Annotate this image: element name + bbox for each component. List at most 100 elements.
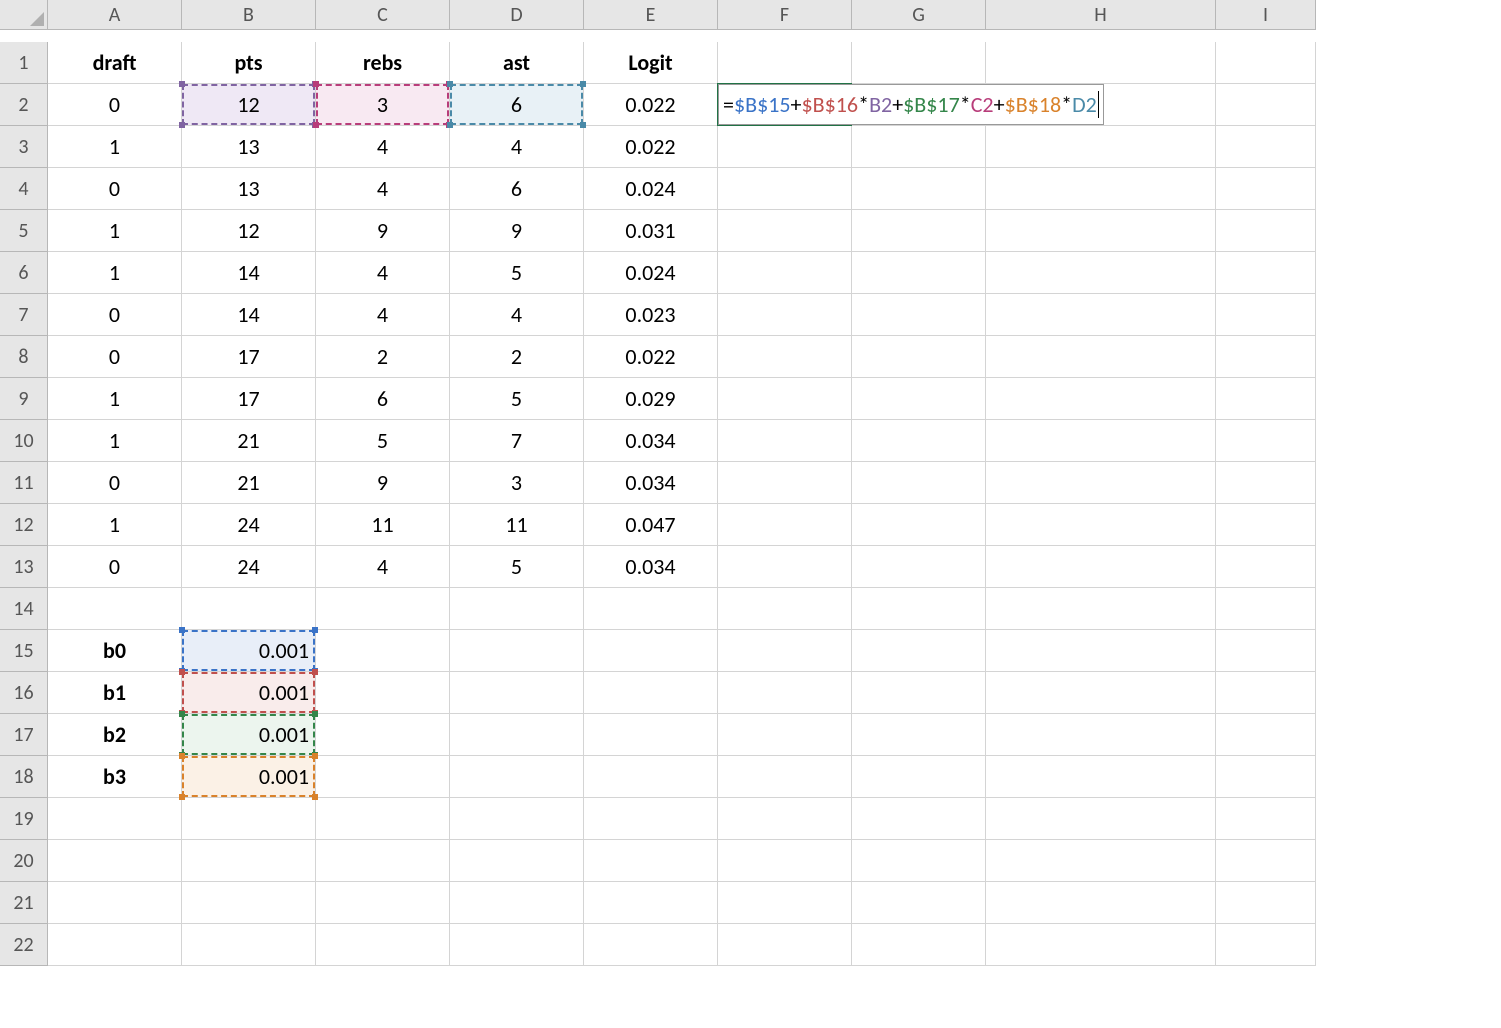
cell-I16[interactable] <box>1216 672 1316 714</box>
cell-B6[interactable]: 14 <box>182 252 316 294</box>
cell-E10[interactable]: 0.034 <box>584 420 718 462</box>
cell-A17[interactable]: b2 <box>48 714 182 756</box>
cell-C3[interactable]: 4 <box>316 126 450 168</box>
cell-I11[interactable] <box>1216 462 1316 504</box>
cell-C14[interactable] <box>316 588 450 630</box>
cell-B12[interactable]: 24 <box>182 504 316 546</box>
cell-F22[interactable] <box>718 924 852 966</box>
cell-H14[interactable] <box>986 588 1216 630</box>
cell-B5[interactable]: 12 <box>182 210 316 252</box>
cell-D19[interactable] <box>450 798 584 840</box>
cell-G17[interactable] <box>852 714 986 756</box>
row-header-19[interactable]: 19 <box>0 798 48 840</box>
cell-G8[interactable] <box>852 336 986 378</box>
cell-I1[interactable] <box>1216 42 1316 84</box>
cell-G5[interactable] <box>852 210 986 252</box>
cell-E15[interactable] <box>584 630 718 672</box>
row-header-14[interactable]: 14 <box>0 588 48 630</box>
cell-G7[interactable] <box>852 294 986 336</box>
cell-C1[interactable]: rebs <box>316 42 450 84</box>
cell-G11[interactable] <box>852 462 986 504</box>
cell-I17[interactable] <box>1216 714 1316 756</box>
cell-G16[interactable] <box>852 672 986 714</box>
cell-D9[interactable]: 5 <box>450 378 584 420</box>
row-header-21[interactable]: 21 <box>0 882 48 924</box>
cell-F3[interactable] <box>718 126 852 168</box>
cell-H13[interactable] <box>986 546 1216 588</box>
cell-D8[interactable]: 2 <box>450 336 584 378</box>
cell-B1[interactable]: pts <box>182 42 316 84</box>
cell-D14[interactable] <box>450 588 584 630</box>
cell-D17[interactable] <box>450 714 584 756</box>
cell-E4[interactable]: 0.024 <box>584 168 718 210</box>
column-header-C[interactable]: C <box>316 0 450 30</box>
column-header-A[interactable]: A <box>48 0 182 30</box>
cell-G9[interactable] <box>852 378 986 420</box>
cell-F18[interactable] <box>718 756 852 798</box>
cell-H15[interactable] <box>986 630 1216 672</box>
cell-E2[interactable]: 0.022 <box>584 84 718 126</box>
cell-G19[interactable] <box>852 798 986 840</box>
cell-D13[interactable]: 5 <box>450 546 584 588</box>
cell-F20[interactable] <box>718 840 852 882</box>
cell-C15[interactable] <box>316 630 450 672</box>
cell-F5[interactable] <box>718 210 852 252</box>
cell-I20[interactable] <box>1216 840 1316 882</box>
cell-C19[interactable] <box>316 798 450 840</box>
cell-G18[interactable] <box>852 756 986 798</box>
cell-H7[interactable] <box>986 294 1216 336</box>
cell-I14[interactable] <box>1216 588 1316 630</box>
cell-E9[interactable]: 0.029 <box>584 378 718 420</box>
row-header-15[interactable]: 15 <box>0 630 48 672</box>
cell-B14[interactable] <box>182 588 316 630</box>
cell-C8[interactable]: 2 <box>316 336 450 378</box>
row-header-18[interactable]: 18 <box>0 756 48 798</box>
cell-H18[interactable] <box>986 756 1216 798</box>
row-header-22[interactable]: 22 <box>0 924 48 966</box>
cell-D1[interactable]: ast <box>450 42 584 84</box>
cell-C4[interactable]: 4 <box>316 168 450 210</box>
cell-B13[interactable]: 24 <box>182 546 316 588</box>
cell-C7[interactable]: 4 <box>316 294 450 336</box>
cell-F13[interactable] <box>718 546 852 588</box>
cell-H22[interactable] <box>986 924 1216 966</box>
row-header-8[interactable]: 8 <box>0 336 48 378</box>
cell-B2[interactable]: 12 <box>182 84 316 126</box>
cell-A9[interactable]: 1 <box>48 378 182 420</box>
cell-F7[interactable] <box>718 294 852 336</box>
cell-D16[interactable] <box>450 672 584 714</box>
row-header-3[interactable]: 3 <box>0 126 48 168</box>
column-header-I[interactable]: I <box>1216 0 1316 30</box>
cell-E21[interactable] <box>584 882 718 924</box>
cell-F12[interactable] <box>718 504 852 546</box>
cell-B18[interactable]: 0.001 <box>182 756 316 798</box>
cell-C18[interactable] <box>316 756 450 798</box>
cell-H10[interactable] <box>986 420 1216 462</box>
cell-B15[interactable]: 0.001 <box>182 630 316 672</box>
cell-A3[interactable]: 1 <box>48 126 182 168</box>
cell-A11[interactable]: 0 <box>48 462 182 504</box>
cell-H1[interactable] <box>986 42 1216 84</box>
cell-E19[interactable] <box>584 798 718 840</box>
cell-E1[interactable]: Logit <box>584 42 718 84</box>
cell-E7[interactable]: 0.023 <box>584 294 718 336</box>
cell-E8[interactable]: 0.022 <box>584 336 718 378</box>
cell-G15[interactable] <box>852 630 986 672</box>
cell-I15[interactable] <box>1216 630 1316 672</box>
row-header-13[interactable]: 13 <box>0 546 48 588</box>
cell-F2[interactable]: =$B$15+$B$16*B2 + $B$17*C2 + $B$18*D2 <box>718 84 852 126</box>
cell-D21[interactable] <box>450 882 584 924</box>
cell-H6[interactable] <box>986 252 1216 294</box>
cell-A1[interactable]: draft <box>48 42 182 84</box>
cell-F16[interactable] <box>718 672 852 714</box>
cell-C21[interactable] <box>316 882 450 924</box>
column-header-G[interactable]: G <box>852 0 986 30</box>
cell-C10[interactable]: 5 <box>316 420 450 462</box>
cell-A21[interactable] <box>48 882 182 924</box>
cell-F11[interactable] <box>718 462 852 504</box>
cell-A15[interactable]: b0 <box>48 630 182 672</box>
cell-A7[interactable]: 0 <box>48 294 182 336</box>
cell-I3[interactable] <box>1216 126 1316 168</box>
cell-I5[interactable] <box>1216 210 1316 252</box>
cell-B8[interactable]: 17 <box>182 336 316 378</box>
